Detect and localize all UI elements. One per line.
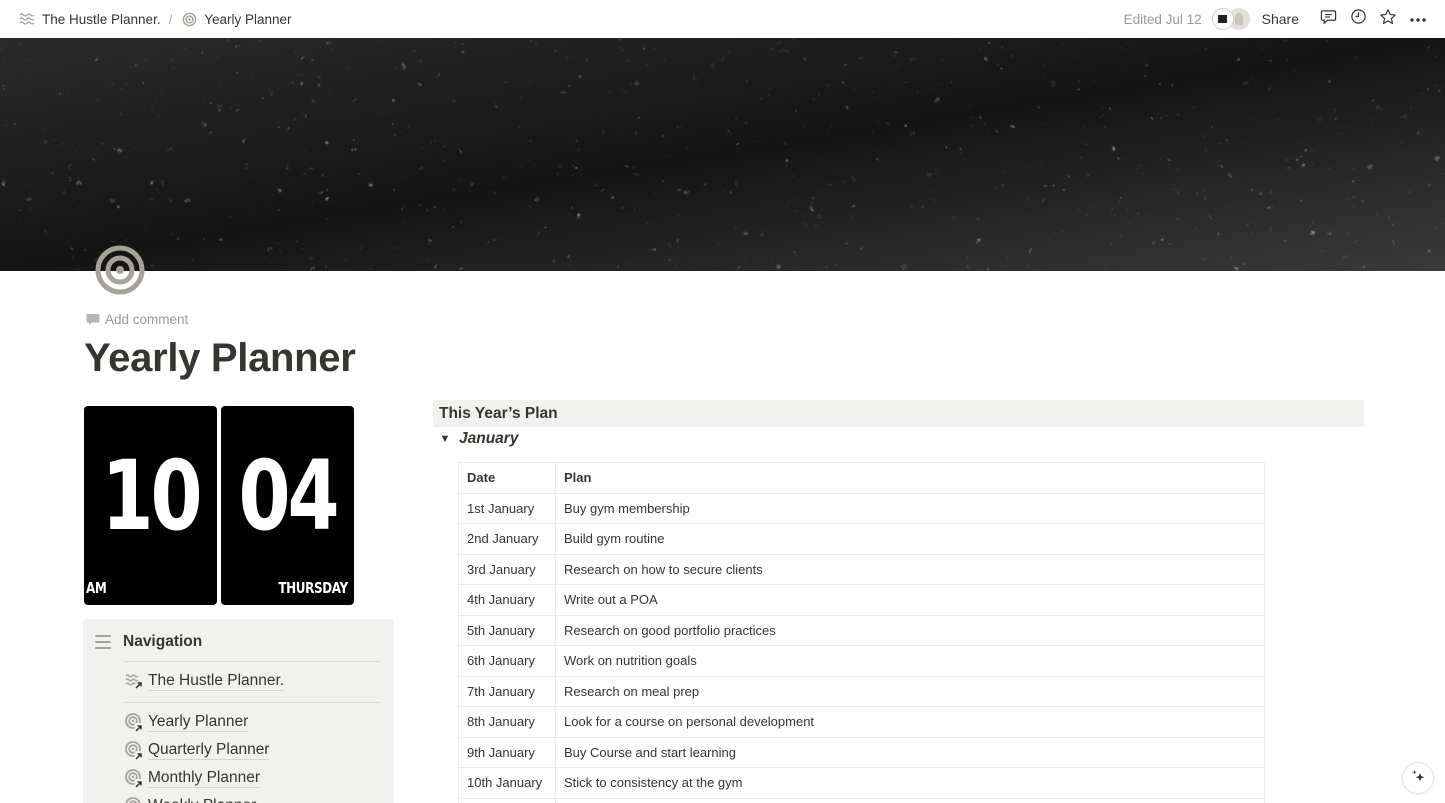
menu-lines-icon [95, 635, 111, 649]
column-header-date[interactable]: Date [458, 462, 556, 494]
more-options-button[interactable] [1403, 5, 1433, 33]
history-button[interactable] [1343, 5, 1373, 33]
clock-hour-card: 10 AM [84, 406, 217, 605]
clock-minute-card: 04 THURSDAY [221, 406, 354, 605]
cover-image[interactable] [0, 38, 1445, 271]
add-comment-button[interactable]: Add comment [86, 312, 188, 327]
cell-date[interactable]: 4th January [458, 584, 556, 616]
avatar [1211, 8, 1234, 30]
cell-date[interactable]: 3rd January [458, 553, 556, 585]
waves-icon [18, 10, 36, 28]
table-row: 7th January Research on meal prep [458, 675, 1265, 707]
nav-link-monthly-planner[interactable]: Monthly Planner [124, 768, 261, 788]
more-dots-icon [1409, 10, 1427, 28]
waves-link-icon [124, 671, 144, 691]
flip-clock-widget: 10 AM 04 THURSDAY [84, 406, 354, 605]
table-header-row: Date Plan [458, 462, 1265, 494]
clock-hour: 10 [101, 440, 203, 552]
cell-plan[interactable]: Research on how to secure clients [555, 553, 1265, 585]
favorite-star-icon [1379, 8, 1397, 31]
nav-link-hustle-planner[interactable]: The Hustle Planner. [124, 671, 285, 691]
cell-plan[interactable]: Research on good portfolio practices [555, 614, 1265, 646]
cell-plan[interactable]: Stick to consistency at the gym [555, 767, 1265, 799]
divider [123, 661, 380, 662]
breadcrumb-yearly-planner[interactable]: Yearly Planner [176, 8, 295, 30]
cell-date[interactable]: 9th January [458, 736, 556, 768]
table-row: 2nd January Build gym routine [458, 523, 1265, 555]
cell-plan[interactable]: Build gym routine [555, 523, 1265, 555]
nav-link-label: Yearly Planner [148, 713, 249, 732]
breadcrumb-separator: / [168, 11, 173, 27]
nav-link-label: The Hustle Planner. [148, 672, 285, 691]
cell-plan[interactable]: Write out a POA [555, 584, 1265, 616]
breadcrumb-hustle-planner[interactable]: The Hustle Planner. [14, 8, 165, 30]
table-row [458, 797, 1265, 803]
table-row: 9th January Buy Course and start learning [458, 736, 1265, 768]
table-row: 5th January Research on good portfolio pr… [458, 614, 1265, 646]
comment-icon [86, 313, 100, 326]
nav-link-quarterly-planner[interactable]: Quarterly Planner [124, 740, 270, 760]
cell-date[interactable] [458, 797, 556, 803]
sparkle-icon [1410, 768, 1426, 789]
table-row: 4th January Write out a POA [458, 584, 1265, 616]
divider [123, 702, 380, 703]
cell-date[interactable]: 5th January [458, 614, 556, 646]
nav-link-label: Quarterly Planner [148, 741, 270, 760]
toggle-label: January [459, 430, 519, 447]
comments-button[interactable] [1313, 5, 1343, 33]
cell-date[interactable]: 7th January [458, 675, 556, 707]
clock-minute: 04 [238, 440, 340, 552]
cell-plan[interactable]: Work on nutrition goals [555, 645, 1265, 677]
cell-date[interactable]: 8th January [458, 706, 556, 738]
column-header-plan[interactable]: Plan [555, 462, 1265, 494]
add-comment-label: Add comment [105, 312, 189, 327]
comments-icon [1320, 8, 1337, 30]
cell-plan[interactable]: Research on meal prep [555, 675, 1265, 707]
collaborator-avatars[interactable] [1211, 8, 1250, 30]
cell-plan[interactable]: Look for a course on personal developmen… [555, 706, 1265, 738]
history-clock-icon [1350, 8, 1367, 30]
clock-day: THURSDAY [278, 579, 349, 597]
nav-link-weekly-planner[interactable]: Weekly Planner [124, 796, 256, 803]
clock-period: AM [86, 579, 107, 597]
page-icon[interactable] [92, 242, 148, 298]
target-link-icon [124, 712, 144, 732]
navigation-header: Navigation [95, 633, 202, 651]
plan-heading: This Year’s Plan [433, 400, 1364, 427]
breadcrumb-label: Yearly Planner [204, 11, 292, 27]
target-icon [180, 10, 198, 28]
cell-date[interactable]: 2nd January [458, 523, 556, 555]
cell-plan[interactable]: Buy gym membership [555, 492, 1265, 524]
top-bar: The Hustle Planner. / Yearly Planner Edi… [0, 0, 1445, 38]
edited-timestamp: Edited Jul 12 [1123, 11, 1202, 27]
cell-plan[interactable] [555, 797, 1265, 803]
nav-link-label: Weekly Planner [148, 796, 256, 803]
table-row: 3rd January Research on how to secure cli… [458, 553, 1265, 585]
table-row: 1st January Buy gym membership [458, 492, 1265, 524]
navigation-callout: Navigation The Hustle Planner. Yearly Pl… [83, 619, 394, 803]
toggle-january[interactable]: ▼ January [437, 430, 519, 448]
table-row: 6th January Work on nutrition goals [458, 645, 1265, 677]
cell-date[interactable]: 6th January [458, 645, 556, 677]
cell-plan[interactable]: Buy Course and start learning [555, 736, 1265, 768]
favorite-button[interactable] [1373, 5, 1403, 33]
page-title[interactable]: Yearly Planner [84, 336, 356, 381]
target-link-icon [124, 768, 144, 788]
nav-link-yearly-planner[interactable]: Yearly Planner [124, 712, 249, 732]
target-link-icon [124, 740, 144, 760]
breadcrumb-label: The Hustle Planner. [42, 11, 161, 27]
share-button[interactable]: Share [1262, 11, 1299, 27]
cell-date[interactable]: 1st January [458, 492, 556, 524]
navigation-title: Navigation [123, 633, 203, 650]
triangle-down-icon[interactable]: ▼ [437, 433, 453, 445]
nav-link-label: Monthly Planner [148, 769, 261, 788]
target-icon [92, 245, 148, 302]
ai-assistant-button[interactable] [1402, 762, 1434, 794]
plan-table: Date Plan 1st January Buy gym membership 2… [458, 462, 1265, 803]
table-row: 10th January Stick to consistency at the … [458, 767, 1265, 799]
target-link-icon [124, 796, 144, 803]
table-row: 8th January Look for a course on personal… [458, 706, 1265, 738]
cell-date[interactable]: 10th January [458, 767, 556, 799]
